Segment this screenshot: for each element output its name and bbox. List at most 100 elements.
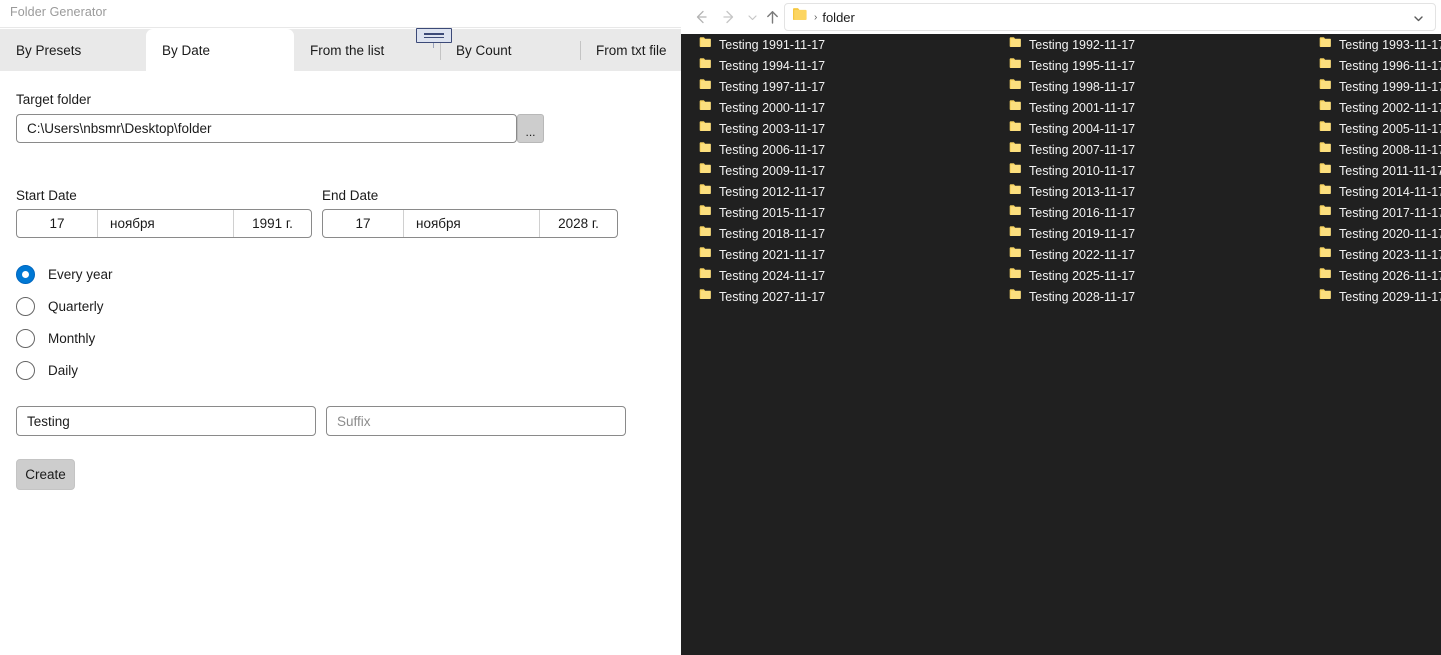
file-list-item[interactable]: Testing 2014-11-17: [1301, 181, 1441, 202]
recent-locations-button[interactable]: [743, 0, 761, 34]
file-list-item[interactable]: Testing 2019-11-17: [991, 223, 1301, 244]
folder-icon: [699, 141, 711, 152]
tab-strip: By Presets By Date From the list By Coun…: [0, 29, 681, 71]
file-list-item[interactable]: Testing 1994-11-17: [681, 55, 991, 76]
file-list-item[interactable]: Testing 2024-11-17: [681, 265, 991, 286]
file-list-item[interactable]: Testing 2005-11-17: [1301, 118, 1441, 139]
file-list-item-label: Testing 2025-11-17: [1029, 268, 1136, 283]
file-list-item[interactable]: Testing 1996-11-17: [1301, 55, 1441, 76]
snap-line-bottom: [424, 36, 444, 38]
file-list-item[interactable]: Testing 2028-11-17: [991, 286, 1301, 307]
radio-monthly[interactable]: Monthly: [16, 328, 95, 348]
file-list-item[interactable]: Testing 2016-11-17: [991, 202, 1301, 223]
file-list-item[interactable]: Testing 1997-11-17: [681, 76, 991, 97]
file-list-item[interactable]: Testing 1992-11-17: [991, 34, 1301, 55]
tab-by-date[interactable]: By Date: [146, 29, 294, 71]
suffix-input[interactable]: Suffix: [326, 406, 626, 436]
target-folder-input[interactable]: C:\Users\nbsmr\Desktop\folder: [16, 114, 517, 143]
folder-icon: [699, 225, 711, 236]
app-title: Folder Generator: [10, 5, 107, 19]
address-dropdown-button[interactable]: [1412, 12, 1425, 28]
file-list-item[interactable]: Testing 2007-11-17: [991, 139, 1301, 160]
file-list-item[interactable]: Testing 1993-11-17: [1301, 34, 1441, 55]
end-date-picker[interactable]: 17 ноября 2028 г.: [322, 209, 618, 238]
folder-icon: [1319, 78, 1331, 89]
file-list-item[interactable]: Testing 2009-11-17: [681, 160, 991, 181]
file-list-view[interactable]: Testing 1991-11-17 Testing 1994-11-17 Test…: [681, 34, 1441, 655]
file-list-item-label: Testing 2016-11-17: [1029, 205, 1136, 220]
file-list-item[interactable]: Testing 2018-11-17: [681, 223, 991, 244]
file-list-item-label: Testing 2003-11-17: [719, 121, 826, 136]
start-date-year[interactable]: 1991 г.: [234, 210, 311, 237]
arrow-left-icon: [696, 10, 707, 24]
file-list-item[interactable]: Testing 2008-11-17: [1301, 139, 1441, 160]
radio-every-year-indicator[interactable]: [16, 264, 35, 284]
file-list-item[interactable]: Testing 2029-11-17: [1301, 286, 1441, 307]
file-list-item[interactable]: Testing 2020-11-17: [1301, 223, 1441, 244]
file-list-item[interactable]: Testing 2004-11-17: [991, 118, 1301, 139]
forward-button[interactable]: [715, 0, 743, 34]
up-button[interactable]: [761, 0, 784, 34]
end-date-day[interactable]: 17: [323, 210, 403, 237]
radio-monthly-indicator[interactable]: [16, 328, 35, 348]
file-list-item-label: Testing 1998-11-17: [1029, 79, 1136, 94]
file-list-item[interactable]: Testing 2027-11-17: [681, 286, 991, 307]
folder-generator-window: Folder Generator By Presets By Date From…: [0, 0, 681, 655]
start-date-day[interactable]: 17: [17, 210, 97, 237]
chevron-down-icon: [747, 14, 757, 20]
window-snap-indicator[interactable]: [416, 28, 452, 43]
file-list-item[interactable]: Testing 2006-11-17: [681, 139, 991, 160]
file-list-item[interactable]: Testing 2015-11-17: [681, 202, 991, 223]
radio-daily-indicator[interactable]: [16, 360, 35, 380]
file-list-item[interactable]: Testing 2017-11-17: [1301, 202, 1441, 223]
snap-line-top: [424, 33, 444, 35]
start-date-month[interactable]: ноября: [98, 210, 233, 237]
browse-folder-button[interactable]: ...: [517, 114, 544, 143]
file-list-item[interactable]: Testing 2011-11-17: [1301, 160, 1441, 181]
radio-quarterly[interactable]: Quarterly: [16, 296, 104, 316]
folder-icon: [1319, 225, 1332, 243]
file-list-item[interactable]: Testing 2012-11-17: [681, 181, 991, 202]
end-date-year[interactable]: 2028 г.: [540, 210, 617, 237]
folder-icon: [1009, 78, 1022, 96]
file-list-item[interactable]: Testing 2003-11-17: [681, 118, 991, 139]
folder-icon: [1009, 183, 1022, 201]
folder-icon: [1009, 288, 1021, 299]
end-date-month[interactable]: ноября: [404, 210, 539, 237]
file-list-item[interactable]: Testing 2013-11-17: [991, 181, 1301, 202]
tab-by-count[interactable]: By Count: [440, 29, 580, 71]
radio-quarterly-indicator[interactable]: [16, 296, 35, 316]
folder-icon: [1319, 141, 1331, 152]
file-list-item[interactable]: Testing 2025-11-17: [991, 265, 1301, 286]
address-bar[interactable]: › folder: [784, 3, 1436, 31]
file-list-item[interactable]: Testing 1998-11-17: [991, 76, 1301, 97]
start-date-picker[interactable]: 17 ноября 1991 г.: [16, 209, 312, 238]
radio-every-year[interactable]: Every year: [16, 264, 113, 284]
file-list-item-label: Testing 1996-11-17: [1339, 58, 1441, 73]
file-list-item[interactable]: Testing 1995-11-17: [991, 55, 1301, 76]
file-list-item[interactable]: Testing 2010-11-17: [991, 160, 1301, 181]
file-list-item-label: Testing 1997-11-17: [719, 79, 826, 94]
file-list-item[interactable]: Testing 2026-11-17: [1301, 265, 1441, 286]
back-button[interactable]: [687, 0, 715, 34]
file-list-item[interactable]: Testing 2022-11-17: [991, 244, 1301, 265]
file-list-item[interactable]: Testing 2023-11-17: [1301, 244, 1441, 265]
end-date-label: End Date: [322, 188, 379, 203]
file-list-item[interactable]: Testing 2002-11-17: [1301, 97, 1441, 118]
folder-icon: [1009, 120, 1021, 131]
file-list-item[interactable]: Testing 2000-11-17: [681, 97, 991, 118]
file-list-item[interactable]: Testing 1991-11-17: [681, 34, 991, 55]
radio-daily[interactable]: Daily: [16, 360, 78, 380]
file-list-item-label: Testing 1993-11-17: [1339, 37, 1441, 52]
prefix-input[interactable]: Testing: [16, 406, 316, 436]
folder-icon: [699, 78, 712, 96]
file-list-item-label: Testing 2019-11-17: [1029, 226, 1136, 241]
file-list-item[interactable]: Testing 1999-11-17: [1301, 76, 1441, 97]
tab-from-txt-file[interactable]: From txt file: [580, 29, 681, 71]
start-date-label: Start Date: [16, 188, 77, 203]
create-button[interactable]: Create: [16, 459, 75, 490]
folder-icon: [1319, 288, 1332, 306]
file-list-item[interactable]: Testing 2001-11-17: [991, 97, 1301, 118]
tab-by-presets[interactable]: By Presets: [0, 29, 148, 71]
file-list-item[interactable]: Testing 2021-11-17: [681, 244, 991, 265]
